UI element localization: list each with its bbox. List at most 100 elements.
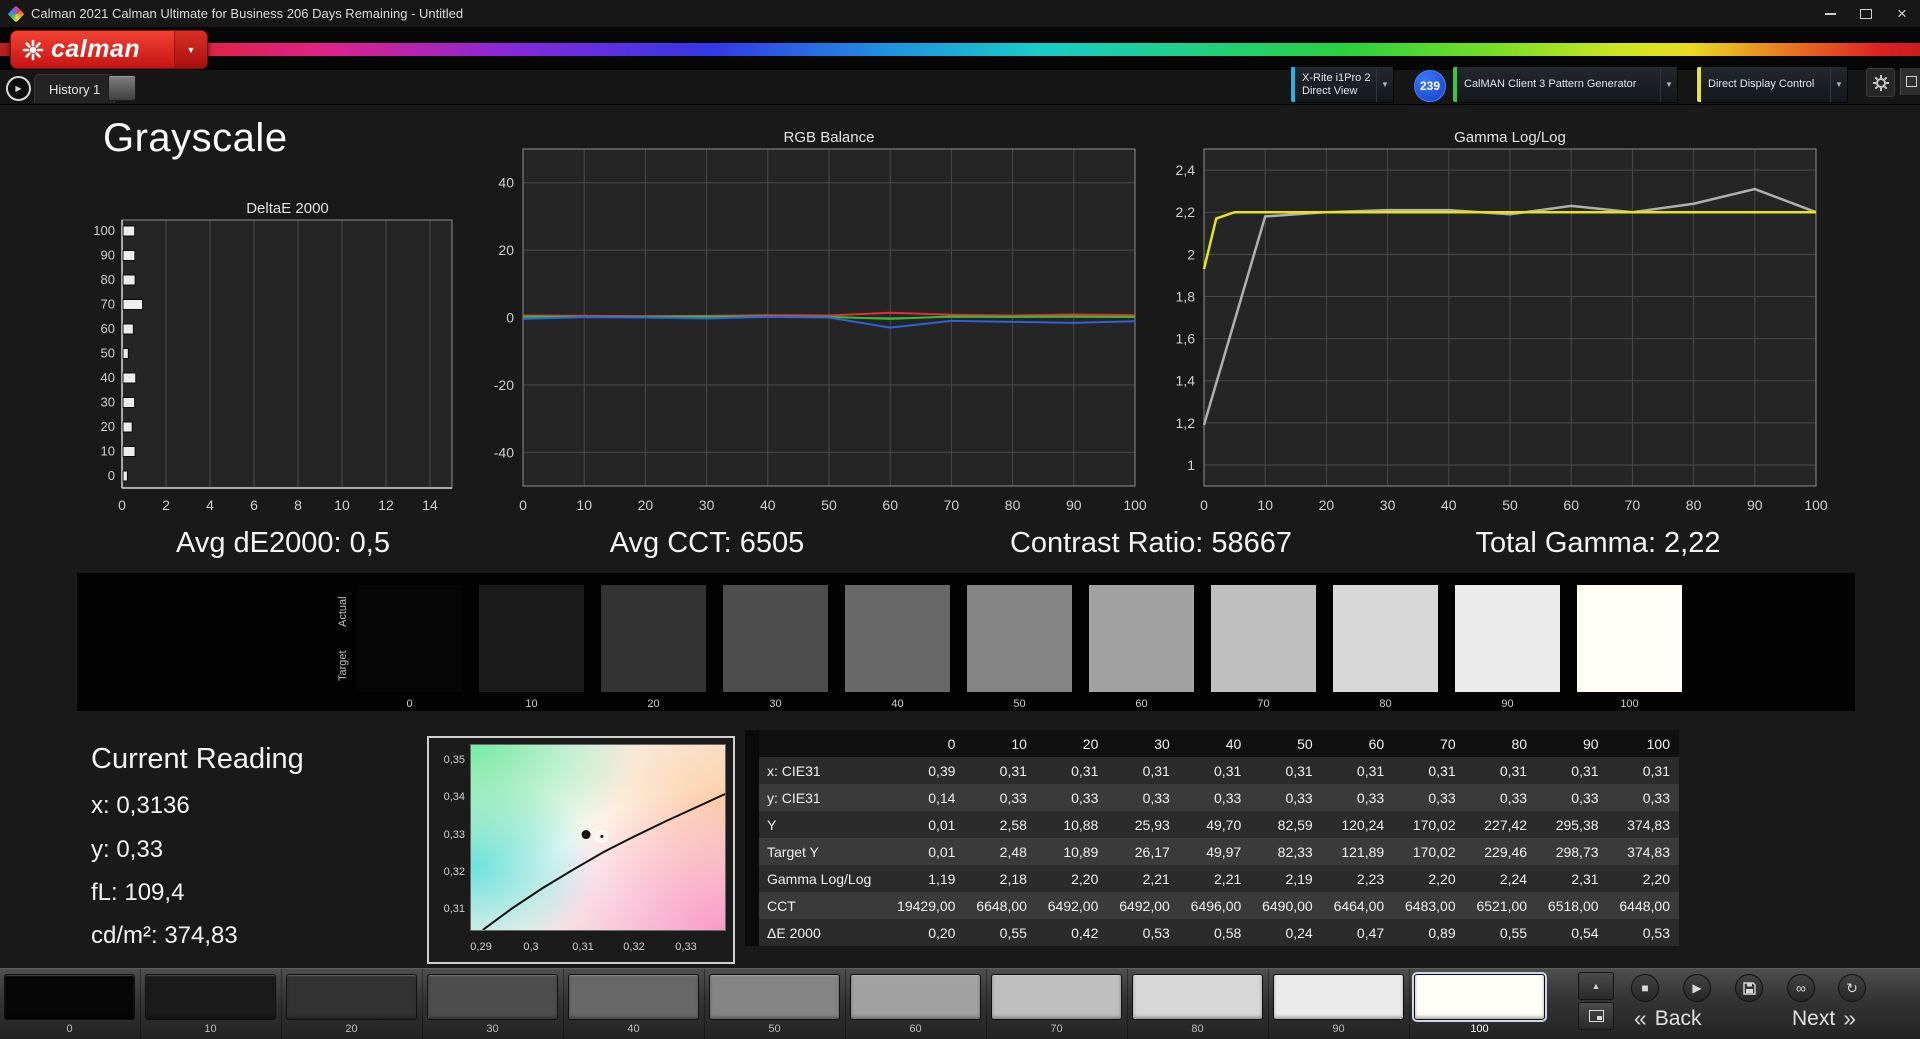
patch-button-20[interactable]: 20 <box>286 969 423 1039</box>
scroll-up-button[interactable]: ▲ <box>1578 972 1614 1000</box>
chevron-down-icon[interactable]: ▼ <box>1660 67 1677 102</box>
new-tab-button[interactable] <box>108 75 136 101</box>
stop-button[interactable]: ■ <box>1631 974 1659 1002</box>
window-title: Calman 2021 Calman Ultimate for Business… <box>31 6 464 21</box>
side-panel-toggle-button[interactable] <box>1900 68 1920 95</box>
cie-x-tick: 0,32 <box>623 941 645 953</box>
back-button[interactable]: « Back <box>1634 1005 1701 1032</box>
cie-x-tick: 0,33 <box>675 941 697 953</box>
tab-history-1[interactable]: History 1 <box>34 74 116 103</box>
svg-text:0: 0 <box>108 468 115 483</box>
svg-text:12: 12 <box>378 497 394 513</box>
swatch-color <box>845 585 950 692</box>
patch-swatch[interactable] <box>4 974 135 1020</box>
grayscale-swatch-strip: Actual Target 0 10 20 30 40 50 60 70 80 90 100 <box>77 573 1855 711</box>
patch-swatch[interactable] <box>1273 974 1404 1020</box>
swatch-label: 50 <box>1013 698 1026 710</box>
patch-button-0[interactable]: 0 <box>4 969 141 1039</box>
patch-button-70[interactable]: 70 <box>991 969 1128 1039</box>
patch-button-100[interactable]: 100 <box>1412 972 1547 1035</box>
gray-swatch-80: 80 <box>1333 585 1438 710</box>
patch-button-90[interactable]: 90 <box>1273 969 1410 1039</box>
patch-swatch[interactable] <box>145 974 276 1020</box>
patch-button-40[interactable]: 40 <box>568 969 705 1039</box>
cie-y-tick: 0,33 <box>443 828 465 841</box>
refresh-button[interactable]: ↻ <box>1838 974 1866 1002</box>
swatch-color <box>1577 585 1682 692</box>
patch-label: 0 <box>66 1023 73 1035</box>
pattern-generator-label: CalMAN Client 3 Pattern Generator <box>1464 78 1637 90</box>
patch-swatch[interactable] <box>427 974 558 1020</box>
gray-swatch-30: 30 <box>723 585 828 710</box>
meter-mode: Direct View <box>1302 84 1358 97</box>
patch-swatch[interactable] <box>991 974 1122 1020</box>
rgb-chart: 40 20 0 -20 -40 0 10 20 30 40 50 60 70 80 90 100 <box>494 148 1147 513</box>
settings-button[interactable] <box>1866 68 1895 97</box>
back-chevron-icon: « <box>1634 1005 1647 1031</box>
next-button[interactable]: Next » <box>1792 1005 1856 1032</box>
svg-text:70: 70 <box>944 497 960 513</box>
logo-menu-caret[interactable]: ▼ <box>174 31 207 68</box>
patch-swatch[interactable] <box>568 974 699 1020</box>
chevron-down-icon[interactable]: ▼ <box>1830 67 1847 102</box>
meter-count-badge: 239 <box>1414 70 1446 102</box>
svg-text:60: 60 <box>882 497 898 513</box>
patch-button-50[interactable]: 50 <box>709 969 846 1039</box>
swatch-color <box>1333 585 1438 692</box>
svg-text:1,6: 1,6 <box>1176 331 1196 347</box>
svg-text:2,4: 2,4 <box>1176 162 1196 178</box>
swatch-label: 40 <box>891 698 904 710</box>
close-button[interactable]: × <box>1884 0 1920 27</box>
patch-button-30[interactable]: 30 <box>427 969 564 1039</box>
patch-swatch[interactable] <box>1412 972 1547 1022</box>
swatch-color <box>601 585 706 692</box>
patch-button-80[interactable]: 80 <box>1132 969 1269 1039</box>
svg-text:1,8: 1,8 <box>1176 288 1196 304</box>
svg-text:0: 0 <box>519 497 527 513</box>
gray-swatch-10: 10 <box>479 585 584 710</box>
cie-x-tick: 0,31 <box>572 941 594 953</box>
patch-button-60[interactable]: 60 <box>850 969 987 1039</box>
patch-swatch[interactable] <box>850 974 981 1020</box>
swatch-label: 30 <box>769 698 782 710</box>
svg-text:30: 30 <box>1380 497 1396 513</box>
display-control-button[interactable]: Direct Display Control ▼ <box>1696 66 1848 103</box>
calman-flower-icon <box>22 39 44 60</box>
swatch-label: 70 <box>1257 698 1270 710</box>
save-icon <box>1742 981 1756 995</box>
maximize-button[interactable] <box>1848 0 1884 27</box>
gray-swatch-0: 0 <box>357 585 462 710</box>
cie-y-tick: 0,31 <box>443 903 465 915</box>
calman-logo-button[interactable]: calman ▼ <box>10 30 208 69</box>
layout-nav-button[interactable]: ▶ <box>6 76 31 101</box>
svg-text:70: 70 <box>1625 497 1641 513</box>
patch-button-10[interactable]: 10 <box>145 969 282 1039</box>
svg-text:10: 10 <box>576 497 592 513</box>
cie-y-tick: 0,35 <box>443 754 465 766</box>
swatch-color <box>1211 585 1316 692</box>
table-row: ΔE 2000 0,20 0,55 0,42 0,53 0,58 0,24 0,47 0,89 0… <box>759 919 1679 946</box>
svg-text:40: 40 <box>101 370 115 385</box>
patch-label: 20 <box>345 1023 358 1035</box>
app-icon <box>7 5 25 22</box>
svg-text:0: 0 <box>118 497 126 513</box>
layout-button[interactable] <box>1578 1002 1614 1030</box>
meter-device-button[interactable]: X-Rite i1Pro 2 Direct View ▼ <box>1290 66 1394 103</box>
monitor-icon <box>1588 1010 1604 1022</box>
continuous-measure-button[interactable]: ∞ <box>1787 974 1815 1002</box>
chevron-down-icon[interactable]: ▼ <box>1376 67 1393 102</box>
table-header-row: 0 10 20 30 40 50 60 70 80 90 100 <box>759 730 1679 757</box>
svg-text:20: 20 <box>638 497 654 513</box>
swatch-label: 100 <box>1620 698 1639 710</box>
save-button[interactable] <box>1735 974 1763 1002</box>
svg-text:1,2: 1,2 <box>1176 415 1196 431</box>
patch-swatch[interactable] <box>709 974 840 1020</box>
patch-label: 10 <box>204 1023 217 1035</box>
patch-swatch[interactable] <box>1132 974 1263 1020</box>
patch-swatch[interactable] <box>286 974 417 1020</box>
cie-y-tick: 0,34 <box>443 791 465 804</box>
swatch-label: 20 <box>647 698 660 710</box>
play-button[interactable]: ▶ <box>1683 974 1711 1002</box>
pattern-generator-button[interactable]: CalMAN Client 3 Pattern Generator ▼ <box>1452 66 1678 103</box>
minimize-button[interactable] <box>1812 0 1848 27</box>
